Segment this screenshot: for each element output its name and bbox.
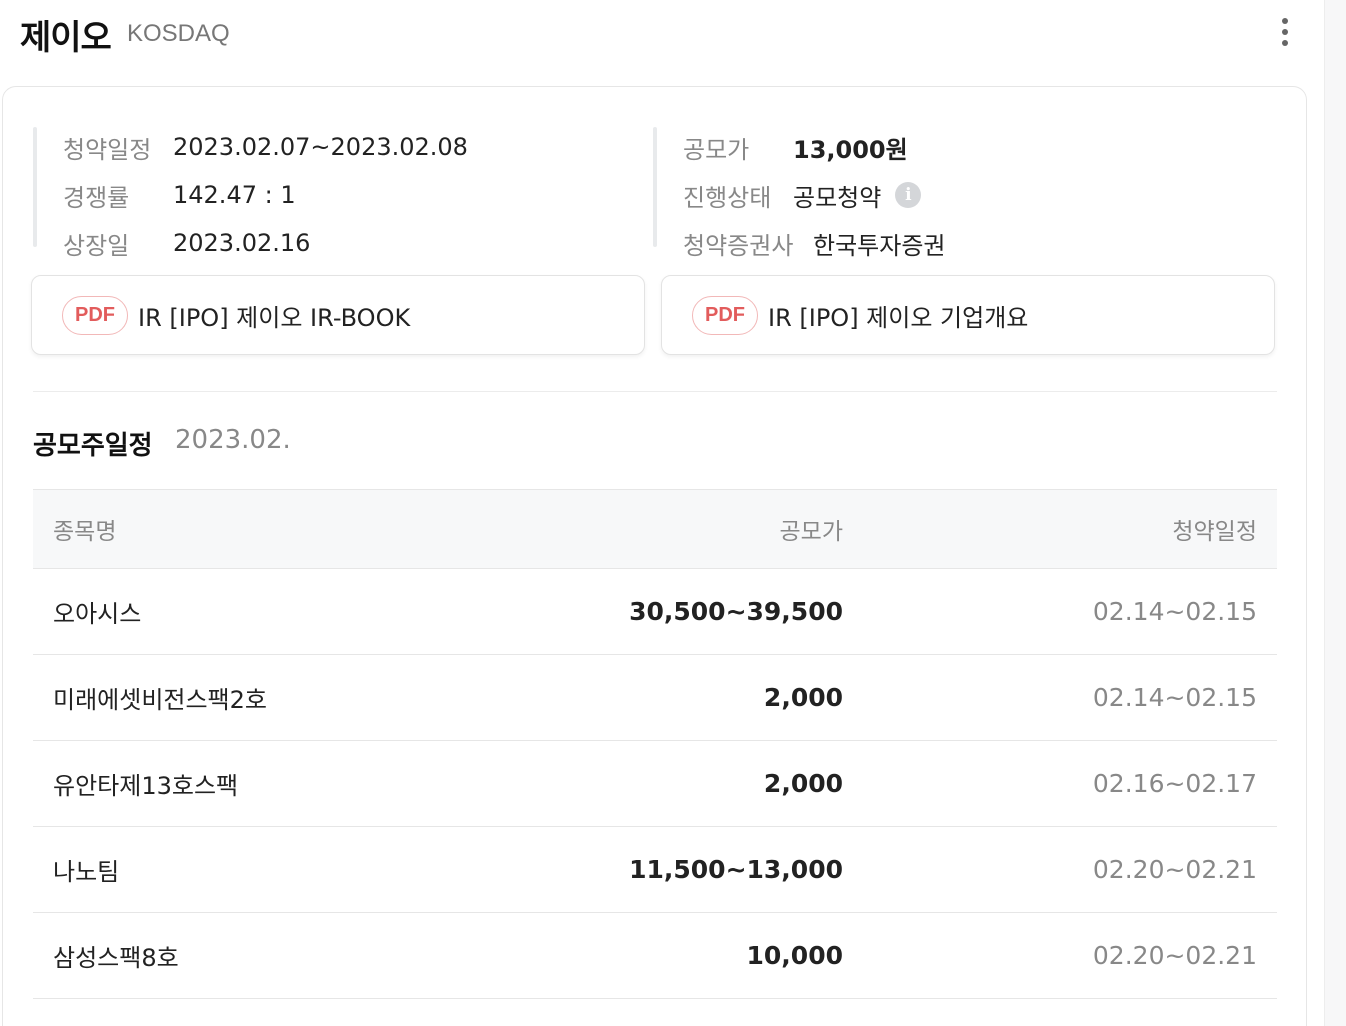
schedule-title: 공모주일정 (33, 431, 153, 461)
info-label: 공모가 (683, 135, 750, 164)
row-price: 2,000 (763, 769, 843, 798)
row-dates: 02.16~02.17 (1092, 769, 1257, 798)
market-label: KOSDAQ (127, 20, 230, 47)
info-row-offering-price: 공모가 13,000원 (683, 127, 908, 167)
info-value: 13,000원 (793, 135, 908, 164)
row-dates: 02.20~02.21 (1092, 855, 1257, 884)
column-header-price: 공모가 (779, 519, 843, 545)
table-row[interactable]: 오아시스 30,500~39,500 02.14~02.15 (33, 569, 1277, 655)
pdf-badge: PDF (62, 295, 128, 335)
row-name: 오아시스 (53, 600, 142, 628)
info-row-subscription-date: 청약일정 2023.02.07~2023.02.08 (63, 127, 468, 167)
page-header: 제이오 KOSDAQ (0, 0, 1324, 70)
row-dates: 02.20~02.21 (1092, 941, 1257, 970)
document-title: IR [IPO] 제이오 기업개요 (768, 303, 1029, 332)
table-row[interactable]: 유안타제13호스팩 2,000 02.16~02.17 (33, 741, 1277, 827)
row-price: 11,500~13,000 (629, 855, 843, 884)
stock-name: 제이오 (20, 18, 112, 58)
info-label: 청약증권사 (683, 231, 794, 260)
info-value: 142.47 : 1 (173, 181, 296, 209)
table-row[interactable]: 미래에셋비전스팩2호 2,000 02.14~02.15 (33, 655, 1277, 741)
info-row-progress-status: 진행상태 공모청약 i (683, 175, 922, 215)
schedule-month: 2023.02. (175, 425, 291, 455)
row-name: 삼성스팩8호 (53, 944, 179, 972)
info-row-listing-date: 상장일 2023.02.16 (63, 223, 310, 263)
info-row-underwriter: 청약증권사 한국투자증권 (683, 223, 945, 263)
info-value: 공모청약 (793, 183, 882, 212)
row-name: 나노팀 (53, 858, 120, 886)
right-scroll-strip (1324, 0, 1346, 1026)
table-row[interactable]: 나노팀 11,500~13,000 02.20~02.21 (33, 827, 1277, 913)
info-value: 2023.02.07~2023.02.08 (173, 133, 468, 161)
info-value: 한국투자증권 (813, 231, 946, 260)
info-label: 경쟁률 (63, 183, 130, 212)
info-row-competition-rate: 경쟁률 142.47 : 1 (63, 175, 296, 215)
more-vertical-icon (1282, 18, 1288, 24)
row-dates: 02.14~02.15 (1092, 597, 1257, 626)
info-label: 진행상태 (683, 183, 772, 212)
more-options-button[interactable] (1270, 16, 1300, 48)
table-row[interactable]: 삼성스팩8호 10,000 02.20~02.21 (33, 913, 1277, 999)
row-dates: 02.14~02.15 (1092, 683, 1257, 712)
column-header-name: 종목명 (53, 519, 117, 545)
row-name: 미래에셋비전스팩2호 (53, 686, 267, 714)
ipo-schedule-table: 종목명 공모가 청약일정 오아시스 30,500~39,500 02.14~02… (33, 489, 1277, 999)
info-label: 청약일정 (63, 135, 152, 164)
row-price: 2,000 (763, 683, 843, 712)
row-price: 10,000 (746, 941, 843, 970)
ir-book-pdf-button[interactable]: PDF IR [IPO] 제이오 IR-BOOK (31, 275, 645, 355)
section-divider (33, 391, 1277, 392)
info-value: 2023.02.16 (173, 229, 311, 257)
company-overview-pdf-button[interactable]: PDF IR [IPO] 제이오 기업개요 (661, 275, 1275, 355)
column-header-dates: 청약일정 (1172, 519, 1257, 545)
ipo-info-card: 청약일정 2023.02.07~2023.02.08 경쟁률 142.47 : … (2, 86, 1307, 1026)
info-icon[interactable]: i (895, 182, 922, 208)
pdf-badge: PDF (692, 295, 758, 335)
row-price: 30,500~39,500 (629, 597, 843, 626)
table-header: 종목명 공모가 청약일정 (33, 489, 1277, 569)
row-name: 유안타제13호스팩 (53, 772, 239, 800)
document-title: IR [IPO] 제이오 IR-BOOK (138, 303, 411, 332)
info-label: 상장일 (63, 231, 130, 260)
